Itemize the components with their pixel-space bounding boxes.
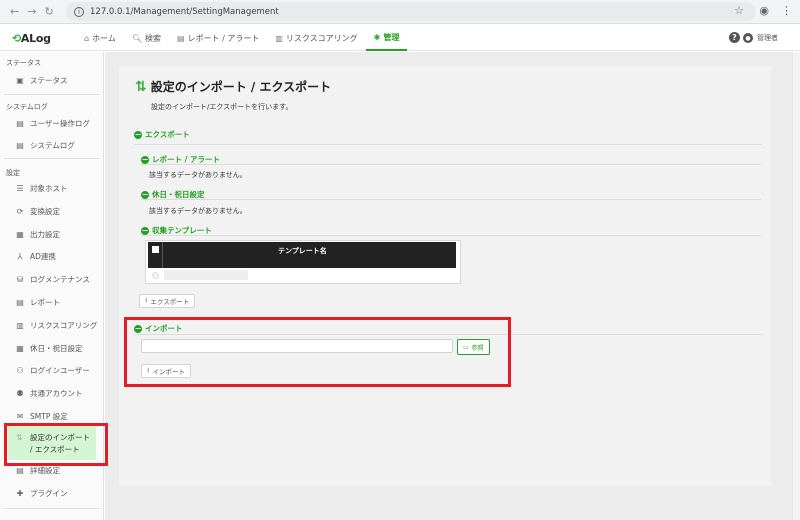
sidebar-item-output[interactable]: ▦ 出力設定 xyxy=(16,227,60,241)
sidebar-item-user-log[interactable]: ▤ ユーザー操作ログ xyxy=(16,116,90,130)
export-button[interactable]: ⭳ エクスポート xyxy=(139,294,196,308)
sidebar-item-system-log[interactable]: ▤ システムログ xyxy=(16,138,75,152)
sidebar-item-ad[interactable]: ⅄ AD連携 xyxy=(16,249,56,263)
sidebar-divider xyxy=(4,158,100,159)
forward-icon[interactable]: → xyxy=(27,5,36,18)
home-icon: ⌂ xyxy=(84,33,90,43)
sidebar-item-holiday[interactable]: ▦ 休日・祝日設定 xyxy=(16,341,82,355)
divider xyxy=(134,144,762,145)
refresh-icon: ⟳ xyxy=(16,206,24,216)
main-content: ⇅ 設定のインポート / エクスポート 設定のインポート/エクスポートを行います… xyxy=(105,52,800,520)
help-icon[interactable]: ? xyxy=(729,32,740,43)
user-icon: ⚇ xyxy=(16,365,24,375)
template-name-column-header[interactable]: テンプレート名 xyxy=(278,246,327,256)
risk-icon: ▥ xyxy=(16,320,24,330)
column-divider xyxy=(162,242,163,268)
table-header: テンプレート名 xyxy=(148,242,456,268)
menu-dots-icon[interactable]: ⋮ xyxy=(781,4,792,17)
sidebar-divider xyxy=(4,508,100,509)
table-cell xyxy=(164,270,248,280)
sidebar-item-risk[interactable]: ▥ リスクスコアリング xyxy=(16,318,97,332)
detail-icon: ▤ xyxy=(16,465,24,475)
collapse-icon: − xyxy=(141,154,149,164)
sidebar-item-target-host[interactable]: ☰ 対象ホスト xyxy=(16,181,67,195)
sidebar-divider xyxy=(4,94,100,95)
template-table: テンプレート名 xyxy=(145,240,461,284)
profile-icon[interactable]: ◉ xyxy=(759,4,769,17)
gear-icon: ✱ xyxy=(373,32,381,42)
row-radio[interactable] xyxy=(152,272,159,279)
nav-risk[interactable]: ▥ リスクスコアリング xyxy=(267,25,365,51)
info-icon[interactable]: i xyxy=(74,6,84,17)
reload-icon[interactable]: ↻ xyxy=(44,5,53,18)
holiday-empty-message: 該当するデータがありません。 xyxy=(149,207,247,215)
puzzle-icon: ✚ xyxy=(16,488,24,498)
url-text: 127.0.0.1/Management/SettingManagement xyxy=(90,6,279,17)
user-menu[interactable]: ● 管理者 xyxy=(743,33,778,43)
sidebar-item-log-maintenance[interactable]: ⛁ ログメンテナンス xyxy=(16,272,90,286)
browser-toolbar: ← → ↻ i 127.0.0.1/Management/SettingMana… xyxy=(0,0,800,24)
page-description: 設定のインポート/エクスポートを行います。 xyxy=(151,103,293,111)
page-title: ⇅ 設定のインポート / エクスポート xyxy=(135,78,332,95)
sidebar-item-status[interactable]: ▣ ステータス xyxy=(16,73,67,87)
report-empty-message: 該当するデータがありません。 xyxy=(149,171,247,179)
nav-admin[interactable]: ✱ 管理 xyxy=(365,25,408,51)
log-icon: ▤ xyxy=(16,118,24,128)
calendar-icon: ▦ xyxy=(16,343,24,353)
output-icon: ▦ xyxy=(16,229,24,239)
report-icon: ▤ xyxy=(177,33,185,43)
list-icon: ☰ xyxy=(16,183,24,193)
collapse-icon: − xyxy=(134,129,142,139)
bookmark-star-icon[interactable]: ☆ xyxy=(734,4,744,17)
divider xyxy=(141,164,761,165)
divider xyxy=(141,199,761,200)
top-navigation: ⌂ ホーム 🔍︎ 検索 ▤ レポート / アラート ▥ リスクスコアリング ✱ 管理 xyxy=(76,25,408,51)
divider xyxy=(141,235,761,236)
address-bar[interactable]: i 127.0.0.1/Management/SettingManagement xyxy=(66,2,756,21)
highlight-box-import xyxy=(124,317,511,387)
log-icon: ▤ xyxy=(16,140,24,150)
sidebar-section-title: ステータス xyxy=(6,59,41,67)
sidebar-item-plugin[interactable]: ✚ プラグイン xyxy=(16,486,68,500)
sidebar-item-report[interactable]: ▤ レポート xyxy=(16,295,60,309)
export-icon: ⭳ xyxy=(145,295,148,304)
collapse-icon: − xyxy=(141,225,149,235)
logo-leaf-icon: ⟲ xyxy=(12,32,21,45)
collapse-icon: − xyxy=(141,189,149,199)
select-all-checkbox[interactable] xyxy=(152,246,159,253)
sidebar-item-smtp[interactable]: ✉ SMTP 設定 xyxy=(16,409,68,423)
report-icon: ▤ xyxy=(16,297,24,307)
sitemap-icon: ⅄ xyxy=(17,251,23,261)
risk-icon: ▥ xyxy=(275,33,283,43)
highlight-box-sidebar xyxy=(4,423,108,466)
nav-search[interactable]: 🔍︎ 検索 xyxy=(124,25,169,51)
sidebar-item-login-user[interactable]: ⚇ ログインユーザー xyxy=(16,363,89,377)
sidebar-section-title: システムログ xyxy=(6,103,48,111)
user-icon: ● xyxy=(743,33,753,43)
export-section-heading[interactable]: − エクスポート xyxy=(134,129,190,140)
search-icon: 🔍︎ xyxy=(131,33,142,43)
sidebar-item-common-account[interactable]: ⚉ 共通アカウント xyxy=(16,386,82,400)
app-header: ⟲ALog ⌂ ホーム 🔍︎ 検索 ▤ レポート / アラート ▥ リスクスコアリング … xyxy=(0,25,800,51)
sidebar-section-title: 設定 xyxy=(6,169,20,177)
mail-icon: ✉ xyxy=(16,411,24,421)
import-export-icon: ⇅ xyxy=(135,78,147,95)
account-icon: ⚉ xyxy=(16,388,24,398)
sidebar-item-conversion[interactable]: ⟳ 変換設定 xyxy=(16,204,60,218)
page-scrollbar[interactable] xyxy=(792,52,800,520)
back-icon[interactable]: ← xyxy=(10,5,19,18)
status-icon: ▣ xyxy=(16,75,24,85)
database-icon: ⛁ xyxy=(16,274,24,284)
app-logo[interactable]: ⟲ALog xyxy=(12,32,51,45)
nav-report[interactable]: ▤ レポート / アラート xyxy=(169,25,267,51)
nav-home[interactable]: ⌂ ホーム xyxy=(76,25,124,51)
